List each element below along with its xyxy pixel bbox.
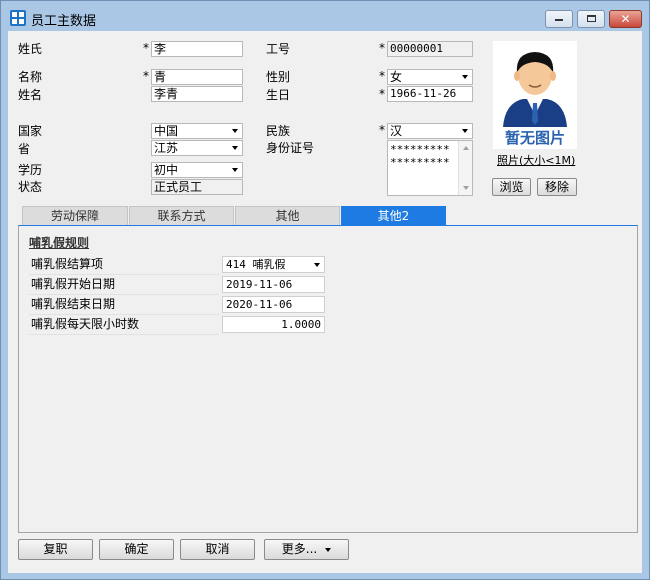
tab-panel: 哺乳假规则 哺乳假结算项 414 哺乳假 哺乳假开始日期 2019-11-06 … [18, 225, 638, 533]
employee-master-window: 员工主数据 ✕ 姓氏 * 李 名称 * 青 姓名 李青 国家 中国 省 江苏 学… [0, 0, 650, 580]
settlement-item-select[interactable]: 414 哺乳假 [222, 256, 325, 273]
browse-button[interactable]: 浏览 [492, 178, 531, 196]
ethnicity-select[interactable]: 汉 [387, 123, 473, 139]
required-mark: * [379, 87, 385, 101]
property-row: 哺乳假每天限小时数 1.0000 [29, 315, 325, 335]
province-label: 省 [18, 142, 31, 156]
first-name-field[interactable]: 青 [151, 69, 243, 85]
tab-other[interactable]: 其他 [235, 206, 340, 226]
education-label: 学历 [18, 163, 43, 177]
tab-labor-insurance[interactable]: 劳动保障 [22, 206, 128, 226]
id-number-label: 身份证号 [266, 141, 315, 155]
remove-button[interactable]: 移除 [537, 178, 577, 196]
title-bar[interactable]: 员工主数据 ✕ [1, 1, 649, 31]
id-number-value: ****************** [390, 143, 450, 169]
end-date-field[interactable]: 2020-11-06 [222, 296, 325, 313]
country-select[interactable]: 中国 [151, 123, 243, 139]
chevron-down-icon [462, 129, 468, 133]
education-select[interactable]: 初中 [151, 162, 243, 178]
tab-contact[interactable]: 联系方式 [129, 206, 234, 226]
required-mark: * [379, 69, 385, 83]
window-client-area: 姓氏 * 李 名称 * 青 姓名 李青 国家 中国 省 江苏 学历 初中 状态 … [8, 31, 642, 573]
education-value: 初中 [154, 163, 179, 177]
country-label: 国家 [18, 124, 43, 138]
required-mark: * [379, 41, 385, 55]
photo-placeholder: 暂无图片 [493, 41, 577, 149]
status-field: 正式员工 [151, 179, 243, 195]
app-icon [10, 10, 26, 26]
property-label: 哺乳假开始日期 [29, 275, 219, 295]
window-title: 员工主数据 [31, 14, 97, 29]
minimize-icon [555, 19, 563, 21]
property-row: 哺乳假开始日期 2019-11-06 [29, 275, 325, 295]
property-label: 哺乳假结束日期 [29, 295, 219, 315]
scroll-down-icon[interactable] [463, 186, 469, 190]
tab-other-2[interactable]: 其他2 [341, 206, 446, 226]
chevron-down-icon [232, 146, 238, 150]
close-icon: ✕ [620, 12, 631, 26]
employee-no-label: 工号 [266, 42, 291, 56]
ethnicity-value: 汉 [390, 124, 403, 138]
chevron-down-icon [325, 547, 332, 552]
chevron-down-icon [462, 75, 468, 79]
last-name-label: 姓氏 [18, 42, 43, 56]
employee-no-field: 00000001 [387, 41, 473, 57]
more-label: 更多... [281, 542, 318, 556]
ok-button[interactable]: 确定 [99, 539, 174, 560]
required-mark: * [379, 123, 385, 137]
photo-caption: 暂无图片 [504, 129, 565, 147]
cancel-button[interactable]: 取消 [180, 539, 255, 560]
province-value: 江苏 [154, 141, 179, 155]
property-row: 哺乳假结束日期 2020-11-06 [29, 295, 325, 315]
full-name-field[interactable]: 李青 [151, 86, 243, 102]
scrollbar[interactable] [458, 141, 472, 195]
full-name-label: 姓名 [18, 88, 43, 102]
section-title: 哺乳假规则 [29, 236, 90, 250]
gender-value: 女 [390, 70, 403, 84]
minimize-button[interactable] [545, 10, 573, 28]
more-button[interactable]: 更多... [264, 539, 349, 560]
start-date-field[interactable]: 2019-11-06 [222, 276, 325, 293]
property-label: 哺乳假结算项 [29, 255, 219, 275]
maximize-icon [586, 14, 596, 22]
chevron-down-icon [232, 129, 238, 133]
property-row: 哺乳假结算项 414 哺乳假 [29, 255, 325, 275]
property-value: 414 哺乳假 [226, 258, 286, 271]
person-avatar-icon [503, 52, 567, 127]
birthday-field[interactable]: 1966-11-26 [387, 86, 473, 102]
birthday-label: 生日 [266, 88, 291, 102]
id-number-field[interactable]: ****************** [387, 140, 473, 196]
rehire-button[interactable]: 复职 [18, 539, 93, 560]
country-value: 中国 [154, 124, 179, 138]
gender-label: 性别 [266, 70, 291, 84]
ethnicity-label: 民族 [266, 124, 291, 138]
maximize-button[interactable] [577, 10, 605, 28]
photo-upload-link[interactable]: 照片(大小<1M) [497, 152, 575, 168]
close-button[interactable]: ✕ [609, 10, 642, 28]
chevron-down-icon [314, 263, 320, 267]
gender-select[interactable]: 女 [387, 69, 473, 85]
daily-hours-field[interactable]: 1.0000 [222, 316, 325, 333]
first-name-label: 名称 [18, 70, 43, 84]
required-mark: * [143, 41, 149, 55]
required-mark: * [143, 69, 149, 83]
status-label: 状态 [18, 180, 43, 194]
last-name-field[interactable]: 李 [151, 41, 243, 57]
property-label: 哺乳假每天限小时数 [29, 315, 219, 335]
chevron-down-icon [232, 168, 238, 172]
province-select[interactable]: 江苏 [151, 140, 243, 156]
scroll-up-icon[interactable] [463, 146, 469, 150]
